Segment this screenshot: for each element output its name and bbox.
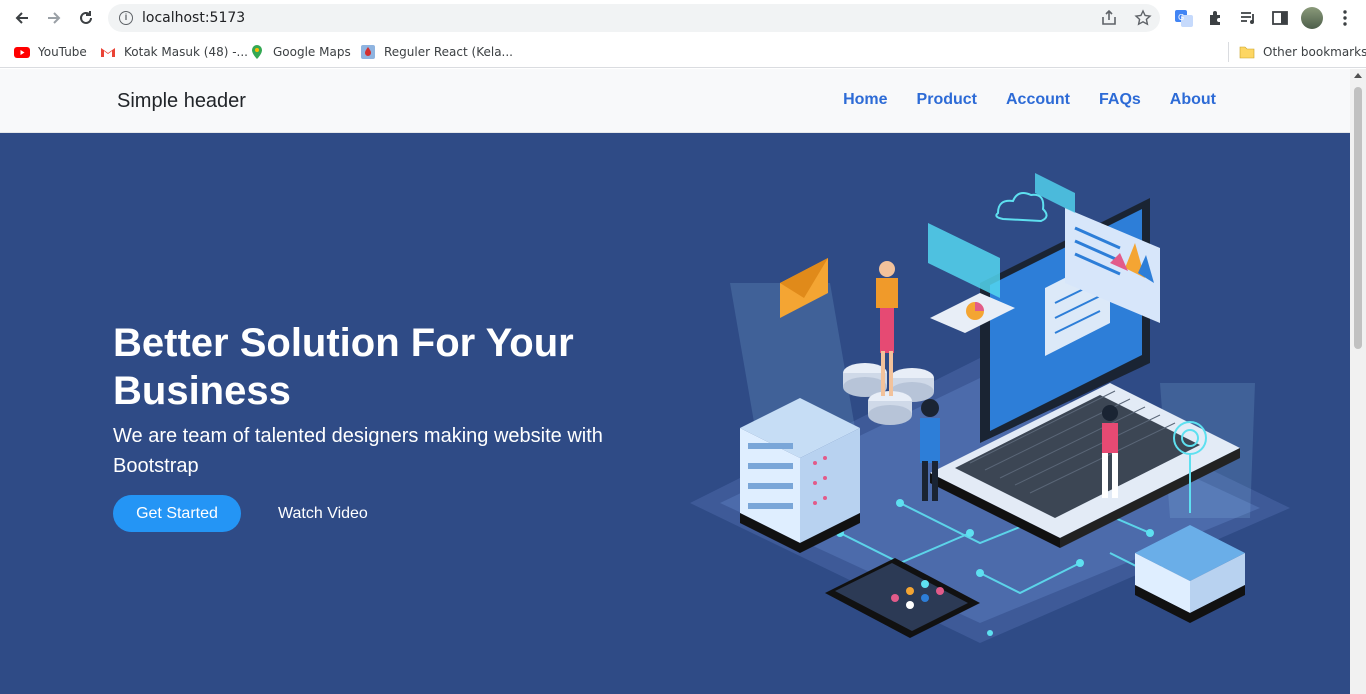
bookmark-label: Kotak Masuk (48) -... (124, 45, 248, 59)
other-bookmarks-label: Other bookmarks (1263, 45, 1366, 59)
nav-about[interactable]: About (1170, 91, 1216, 109)
gmail-icon (101, 48, 115, 57)
translate-icon[interactable]: G (1174, 8, 1194, 28)
bookmark-label: Google Maps (273, 45, 351, 59)
get-started-button[interactable]: Get Started (113, 495, 241, 532)
watch-video-link[interactable]: Watch Video (278, 505, 368, 523)
react-icon (361, 45, 375, 59)
back-icon[interactable] (11, 7, 33, 29)
scroll-up-icon[interactable] (1354, 73, 1362, 78)
page-viewport: Simple header Home Product Account FAQs … (0, 69, 1350, 694)
tech-illustration (690, 173, 1290, 643)
bookmark-gmail[interactable]: Kotak Masuk (48) -... (100, 42, 248, 62)
folder-icon (1239, 46, 1255, 59)
extensions-icon[interactable] (1206, 8, 1226, 28)
nav-account[interactable]: Account (1006, 91, 1070, 109)
url-text: localhost:5173 (142, 10, 246, 26)
svg-text:G: G (1178, 13, 1184, 22)
media-playlist-icon[interactable] (1238, 8, 1258, 28)
bookmark-youtube[interactable]: YouTube (14, 42, 87, 62)
profile-avatar[interactable] (1301, 7, 1323, 29)
site-header: Simple header Home Product Account FAQs … (0, 69, 1350, 133)
bookmark-label: YouTube (38, 45, 87, 59)
nav-home[interactable]: Home (843, 91, 887, 109)
maps-icon (252, 45, 262, 59)
hero-subtitle: We are team of talented designers making… (113, 425, 603, 477)
nav-faqs[interactable]: FAQs (1099, 91, 1141, 109)
youtube-icon (14, 47, 30, 58)
share-icon[interactable] (1100, 9, 1118, 27)
nav-product[interactable]: Product (917, 91, 977, 109)
brand-title[interactable]: Simple header (117, 90, 246, 113)
site-info-icon[interactable]: i (119, 11, 133, 25)
reload-icon[interactable] (75, 7, 97, 29)
bookmark-google-maps[interactable]: Google Maps (249, 42, 351, 62)
other-bookmarks[interactable]: Other bookmarks (1239, 42, 1366, 62)
bookmarks-divider (1228, 42, 1229, 62)
browser-toolbar: i localhost:5173 G (0, 0, 1366, 36)
bookmark-reguler-react[interactable]: Reguler React (Kela... (360, 42, 513, 62)
menu-dots-icon[interactable] (1335, 8, 1355, 28)
bookmarks-bar: YouTube Kotak Masuk (48) -... Google Map… (0, 36, 1366, 68)
bookmark-star-icon[interactable] (1134, 9, 1152, 27)
page-scrollbar[interactable] (1350, 69, 1366, 694)
hero-section: Better Solution For Your Business We are… (0, 133, 1350, 694)
hero-title: Better Solution For Your Business (113, 321, 574, 413)
address-bar[interactable]: i localhost:5173 (108, 4, 1160, 32)
scrollbar-thumb[interactable] (1354, 87, 1362, 349)
bookmark-label: Reguler React (Kela... (384, 45, 513, 59)
main-nav: Home Product Account FAQs About (843, 91, 1216, 109)
side-panel-icon[interactable] (1270, 8, 1290, 28)
forward-icon[interactable] (43, 7, 65, 29)
